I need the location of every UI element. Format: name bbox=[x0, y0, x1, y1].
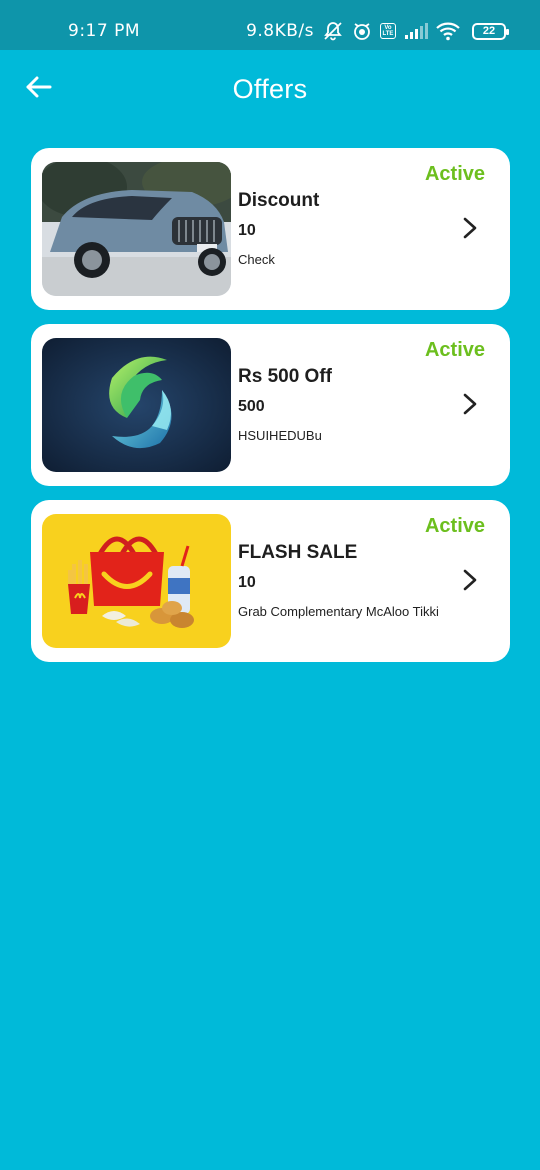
chevron-right-icon[interactable] bbox=[462, 568, 478, 592]
offer-title: FLASH SALE bbox=[238, 542, 358, 563]
offer-title: Rs 500 Off bbox=[238, 366, 332, 387]
offer-amount: 500 bbox=[238, 398, 265, 415]
suv-car-image bbox=[42, 162, 231, 296]
offer-description: Check bbox=[238, 252, 275, 267]
app-header: Offers bbox=[0, 50, 540, 130]
chevron-right-icon[interactable] bbox=[462, 392, 478, 416]
chevron-right-icon[interactable] bbox=[462, 216, 478, 240]
volte-label-bottom: LTE bbox=[382, 31, 394, 37]
swirl-logo-image bbox=[42, 338, 231, 472]
offer-amount: 10 bbox=[238, 222, 256, 239]
page-title: Offers bbox=[232, 74, 308, 104]
focus-icon bbox=[352, 21, 372, 41]
network-speed: 9.8KB/s bbox=[246, 21, 314, 41]
signal-icon bbox=[404, 22, 428, 40]
battery-icon: 22 bbox=[472, 22, 509, 40]
status-bar: 9:17 PM 9.8KB/s Vo LTE 22 bbox=[0, 0, 540, 50]
status-badge: Active bbox=[424, 163, 485, 185]
offer-card[interactable]: Active Discount 10 Check bbox=[31, 148, 510, 310]
wifi-icon bbox=[436, 21, 460, 41]
status-icons: 9.8KB/s Vo LTE 22 bbox=[246, 18, 509, 44]
status-badge: Active bbox=[424, 515, 485, 537]
offer-card[interactable]: Active FLASH SALE 10 Grab Complementary … bbox=[31, 500, 510, 662]
offer-card[interactable]: Active Rs 500 Off 500 HSUIHEDUBu bbox=[31, 324, 510, 486]
status-time: 9:17 PM bbox=[68, 21, 140, 41]
volte-icon: Vo LTE bbox=[380, 23, 396, 39]
offer-description: HSUIHEDUBu bbox=[238, 428, 322, 443]
offer-title: Discount bbox=[238, 190, 320, 211]
status-badge: Active bbox=[424, 339, 485, 361]
happy-meal-image bbox=[42, 514, 231, 648]
alarm-off-icon bbox=[322, 20, 344, 42]
offer-amount: 10 bbox=[238, 574, 256, 591]
offer-list: Active Discount 10 Check Active Rs 500 O… bbox=[31, 148, 510, 676]
offer-description: Grab Complementary McAloo Tikki bbox=[238, 604, 439, 619]
